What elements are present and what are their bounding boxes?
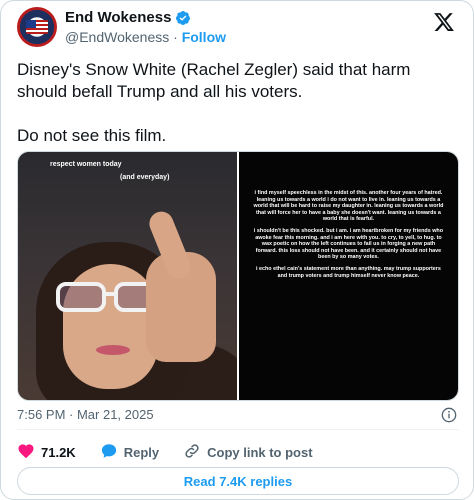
like-action[interactable]: 71.2K xyxy=(17,442,76,463)
story-paragraph: i echo ethel cain's statement more than … xyxy=(256,265,441,279)
tweet-text: Disney's Snow White (Rachel Zegler) said… xyxy=(17,59,457,147)
photo-caption: respect women today xyxy=(50,161,122,168)
tweet-media[interactable]: respect women today (and everyday) i fin… xyxy=(17,151,459,401)
reply-bubble-icon xyxy=(100,442,118,463)
story-paragraph: i find myself speechless in the midst of… xyxy=(253,190,444,223)
avatar-flag-icon xyxy=(26,20,48,34)
media-photo-right[interactable]: i find myself speechless in the midst of… xyxy=(238,152,458,400)
link-icon xyxy=(183,442,201,463)
story-paragraph: i shouldn't be this shocked. but i am. i… xyxy=(253,227,443,261)
x-logo-icon[interactable] xyxy=(433,11,455,33)
tweet-text-line: Do not see this film. xyxy=(17,126,167,145)
tweet-text-line: Disney's Snow White (Rachel Zegler) said… xyxy=(17,60,411,101)
copy-link-label: Copy link to post xyxy=(207,444,313,460)
copy-link-action[interactable]: Copy link to post xyxy=(183,442,313,463)
author-name[interactable]: End Wokeness xyxy=(65,9,171,26)
tweet-card: End Wokeness @EndWokeness · Follow Disne… xyxy=(0,0,474,500)
tweet-header: End Wokeness @EndWokeness · Follow xyxy=(17,7,459,49)
verified-badge-icon xyxy=(175,10,191,26)
reply-label: Reply xyxy=(123,444,160,460)
photo-lips xyxy=(96,345,130,355)
author-name-row: End Wokeness xyxy=(65,9,191,26)
info-icon[interactable] xyxy=(441,407,457,423)
author-handle[interactable]: @EndWokeness xyxy=(65,29,169,45)
follow-button[interactable]: Follow xyxy=(182,29,226,45)
action-bar: 71.2K Reply Copy link to post xyxy=(17,443,337,461)
like-count: 71.2K xyxy=(41,444,76,460)
photo-caption: (and everyday) xyxy=(120,174,170,181)
author-avatar[interactable] xyxy=(17,7,57,47)
author-handle-row: @EndWokeness · Follow xyxy=(65,29,226,45)
tweet-timestamp[interactable]: 7:56 PM · Mar 21, 2025 xyxy=(17,407,154,422)
divider-line xyxy=(17,429,459,430)
read-replies-button[interactable]: Read 7.4K replies xyxy=(17,467,459,495)
reply-action[interactable]: Reply xyxy=(100,442,159,463)
media-photo-left[interactable]: respect women today (and everyday) xyxy=(18,152,237,400)
heart-icon xyxy=(17,442,35,463)
handle-separator: · xyxy=(173,29,178,45)
